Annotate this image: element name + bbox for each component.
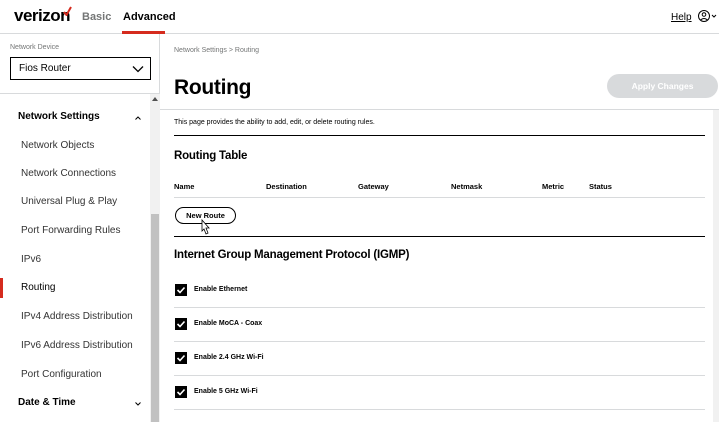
sidebar-item-ipv4-address-distribution[interactable]: IPv4 Address Distribution bbox=[21, 311, 133, 322]
enable-2-4-ghz-wifi-label[interactable]: Enable 2.4 GHz Wi-Fi bbox=[194, 354, 264, 361]
verizon-logo[interactable]: verizon bbox=[14, 6, 71, 26]
sidebar-item-routing[interactable]: Routing bbox=[21, 282, 55, 293]
row-divider bbox=[174, 341, 705, 342]
column-header-gateway: Gateway bbox=[358, 182, 389, 191]
network-device-value: Fios Router bbox=[19, 63, 71, 74]
checkmark-icon bbox=[176, 388, 186, 396]
sidebar-item-port-configuration[interactable]: Port Configuration bbox=[21, 369, 102, 380]
column-header-metric: Metric bbox=[542, 182, 565, 191]
network-device-label: Network Device bbox=[10, 44, 60, 51]
enable-moca-coax-checkbox[interactable] bbox=[175, 318, 187, 330]
row-divider bbox=[174, 307, 705, 308]
help-link[interactable]: Help bbox=[671, 12, 692, 23]
top-bar: verizon Basic Advanced Help bbox=[0, 0, 719, 34]
column-header-name: Name bbox=[174, 182, 195, 191]
igmp-title: Internet Group Management Protocol (IGMP… bbox=[174, 249, 410, 261]
section-divider bbox=[174, 236, 705, 237]
enable-ethernet-label[interactable]: Enable Ethernet bbox=[194, 286, 247, 293]
checkmark-icon bbox=[176, 354, 186, 362]
section-divider bbox=[174, 135, 705, 136]
chevron-up-icon[interactable] bbox=[134, 115, 142, 121]
row-divider bbox=[174, 375, 705, 376]
account-icon[interactable] bbox=[697, 9, 717, 23]
sidebar-item-ipv6-address-distribution[interactable]: IPv6 Address Distribution bbox=[21, 340, 133, 351]
sidebar-section-network-settings[interactable]: Network Settings bbox=[18, 111, 100, 122]
main-scrollbar[interactable] bbox=[713, 110, 719, 422]
enable-moca-coax-label[interactable]: Enable MoCA - Coax bbox=[194, 320, 262, 327]
active-item-indicator bbox=[0, 278, 3, 298]
column-header-netmask: Netmask bbox=[451, 182, 483, 191]
apply-changes-button[interactable]: Apply Changes bbox=[607, 74, 718, 98]
checkmark-icon bbox=[176, 286, 186, 294]
logo-check-icon bbox=[63, 6, 72, 16]
header-divider bbox=[160, 109, 719, 110]
tab-basic[interactable]: Basic bbox=[82, 11, 111, 23]
column-header-status: Status bbox=[589, 182, 612, 191]
routing-table-title: Routing Table bbox=[174, 150, 248, 162]
scroll-up-arrow-icon[interactable] bbox=[151, 95, 159, 103]
checkmark-icon bbox=[176, 320, 186, 328]
sidebar-item-network-connections[interactable]: Network Connections bbox=[21, 168, 116, 179]
sidebar-item-port-forwarding-rules[interactable]: Port Forwarding Rules bbox=[21, 225, 120, 236]
mouse-cursor-icon bbox=[201, 219, 210, 235]
enable-ethernet-checkbox[interactable] bbox=[175, 284, 187, 296]
sidebar-item-network-objects[interactable]: Network Objects bbox=[21, 140, 94, 151]
sidebar-item-universal-plug-and-play[interactable]: Universal Plug & Play bbox=[21, 196, 117, 207]
sidebar-item-ipv6[interactable]: IPv6 bbox=[21, 254, 41, 265]
chevron-down-icon[interactable] bbox=[134, 401, 142, 407]
tab-advanced[interactable]: Advanced bbox=[123, 11, 176, 23]
sidebar: Network Device Fios Router Network Setti… bbox=[0, 34, 160, 422]
chevron-down-icon bbox=[132, 66, 144, 73]
network-device-select[interactable]: Fios Router bbox=[10, 57, 151, 80]
sidebar-section-date-time[interactable]: Date & Time bbox=[18, 397, 76, 408]
page-description: This page provides the ability to add, e… bbox=[174, 119, 375, 126]
breadcrumb[interactable]: Network Settings > Routing bbox=[174, 47, 259, 54]
column-header-destination: Destination bbox=[266, 182, 307, 191]
row-divider bbox=[174, 409, 705, 410]
page-title: Routing bbox=[174, 76, 252, 99]
table-header-divider bbox=[174, 197, 705, 198]
enable-2-4-ghz-wifi-checkbox[interactable] bbox=[175, 352, 187, 364]
enable-5-ghz-wifi-checkbox[interactable] bbox=[175, 386, 187, 398]
sidebar-scrollbar-thumb[interactable] bbox=[151, 214, 159, 422]
sidebar-divider bbox=[0, 93, 160, 94]
enable-5-ghz-wifi-label[interactable]: Enable 5 GHz Wi-Fi bbox=[194, 388, 258, 395]
